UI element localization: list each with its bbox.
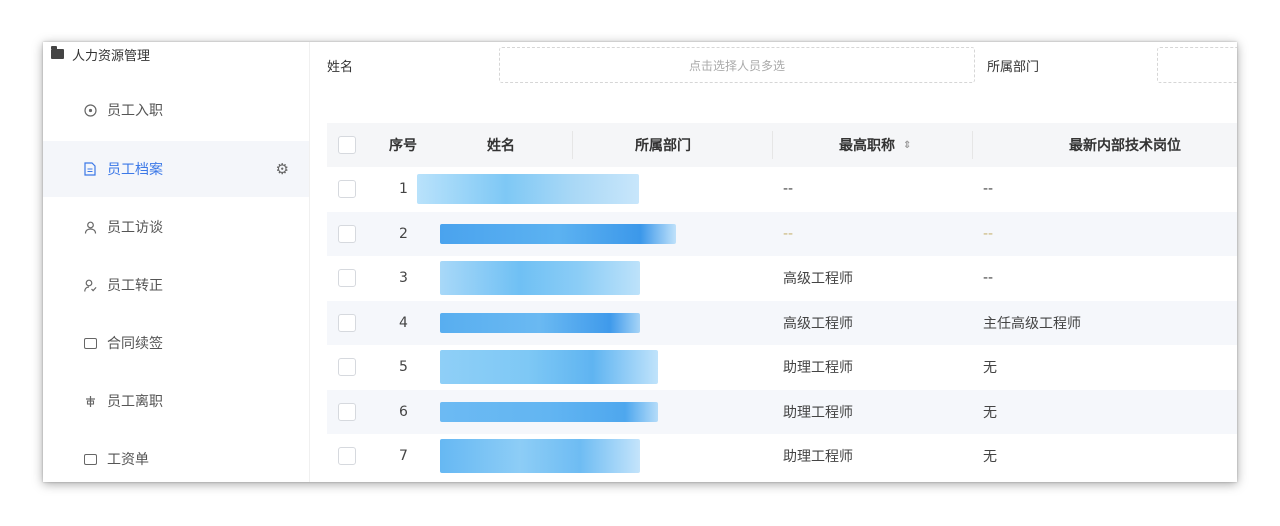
folder-icon bbox=[51, 46, 64, 59]
redacted-name bbox=[440, 345, 658, 390]
sidebar-item-label: 员工入职 bbox=[107, 103, 163, 119]
table-row[interactable]: 2 -- -- bbox=[327, 211, 1237, 257]
row-title: -- bbox=[783, 225, 794, 242]
row-checkbox[interactable] bbox=[338, 313, 356, 332]
row-position: 无 bbox=[983, 404, 997, 421]
user-check-icon bbox=[83, 278, 97, 292]
table-row[interactable]: 6 助理工程师 无 bbox=[327, 389, 1237, 435]
sidebar-item-regularization[interactable]: 员工转正 bbox=[43, 257, 309, 313]
clock-icon bbox=[83, 103, 97, 117]
row-position: 无 bbox=[983, 360, 997, 377]
sidebar-item-payslip[interactable]: 工资单 bbox=[43, 431, 309, 482]
row-title: 高级工程师 bbox=[783, 271, 853, 288]
name-filter-input[interactable]: 点击选择人员多选 bbox=[499, 47, 975, 83]
row-index: 7 bbox=[399, 448, 408, 465]
row-checkbox[interactable] bbox=[338, 402, 356, 421]
redacted-name bbox=[417, 167, 639, 212]
row-position: 主任高级工程师 bbox=[983, 315, 1081, 332]
sidebar-item-label: 合同续签 bbox=[107, 336, 163, 352]
table-header: 序号 姓名 所属部门 最高职称 ⇕ 最新内部技术岗位 bbox=[327, 123, 1237, 167]
row-index: 3 bbox=[399, 270, 408, 287]
row-title: 助理工程师 bbox=[783, 404, 853, 421]
row-position: -- bbox=[983, 225, 994, 242]
header-position: 最新内部技术岗位 bbox=[1069, 138, 1181, 154]
sidebar-item-label: 员工转正 bbox=[107, 278, 163, 294]
sidebar-item-resignation[interactable]: 员工离职 bbox=[43, 373, 309, 429]
main-content: 姓名 点击选择人员多选 所属部门 序号 姓名 所属部门 最高职称 ⇕ 最新内部技… bbox=[309, 42, 1237, 482]
exit-icon bbox=[83, 394, 97, 408]
sidebar-item-interview[interactable]: 员工访谈 bbox=[43, 199, 309, 255]
header-index: 序号 bbox=[389, 138, 417, 154]
sidebar-item-onboarding[interactable]: 员工入职 bbox=[43, 82, 309, 138]
row-index: 4 bbox=[399, 314, 408, 331]
sidebar-item-label: 工资单 bbox=[107, 452, 149, 468]
header-title[interactable]: 最高职称 ⇕ bbox=[839, 123, 911, 167]
contract-icon bbox=[83, 336, 97, 350]
table-row[interactable]: 4 高级工程师 主任高级工程师 bbox=[327, 300, 1237, 346]
row-title: 助理工程师 bbox=[783, 449, 853, 466]
employee-table: 序号 姓名 所属部门 最高职称 ⇕ 最新内部技术岗位 1 -- -- 2 -- … bbox=[327, 123, 1237, 479]
payslip-icon bbox=[83, 452, 97, 466]
row-position: -- bbox=[983, 181, 994, 198]
row-index: 6 bbox=[399, 403, 408, 420]
sidebar-item-employee-records[interactable]: 员工档案 ⚙ bbox=[43, 141, 309, 197]
table-row[interactable]: 3 高级工程师 -- bbox=[327, 256, 1237, 301]
row-position: 无 bbox=[983, 449, 997, 466]
redacted-name bbox=[440, 256, 640, 301]
redacted-name bbox=[440, 434, 640, 479]
redacted-name bbox=[440, 212, 676, 257]
table-row[interactable]: 1 -- -- bbox=[327, 167, 1237, 212]
app-window: 人力资源管理 员工入职 员工档案 ⚙ 员工访谈 员工转正 合同续签 员工离职 工… bbox=[43, 42, 1237, 482]
row-checkbox[interactable] bbox=[338, 180, 356, 199]
document-icon bbox=[83, 162, 97, 176]
name-filter-label: 姓名 bbox=[327, 60, 354, 75]
redacted-name bbox=[440, 390, 658, 435]
row-title: 高级工程师 bbox=[783, 315, 853, 332]
redacted-name bbox=[440, 301, 640, 346]
gear-icon[interactable]: ⚙ bbox=[276, 160, 289, 178]
table-row[interactable]: 5 助理工程师 无 bbox=[327, 345, 1237, 390]
sidebar: 人力资源管理 员工入职 员工档案 ⚙ 员工访谈 员工转正 合同续签 员工离职 工… bbox=[43, 42, 310, 482]
sidebar-item-label: 员工离职 bbox=[107, 394, 163, 410]
sidebar-header-label: 人力资源管理 bbox=[72, 48, 151, 64]
sidebar-header[interactable]: 人力资源管理 bbox=[51, 44, 150, 64]
sort-icon[interactable]: ⇕ bbox=[903, 140, 911, 151]
row-position: -- bbox=[983, 270, 994, 287]
row-index: 5 bbox=[399, 359, 408, 376]
row-checkbox[interactable] bbox=[338, 447, 356, 466]
row-index: 1 bbox=[399, 181, 408, 198]
dept-filter-input[interactable] bbox=[1157, 47, 1237, 83]
select-all-checkbox[interactable] bbox=[338, 136, 356, 154]
sidebar-item-label: 员工访谈 bbox=[107, 220, 163, 236]
header-title-label: 最高职称 bbox=[839, 138, 895, 154]
dept-filter-label: 所属部门 bbox=[987, 60, 1040, 75]
user-icon bbox=[83, 220, 97, 234]
row-index: 2 bbox=[399, 225, 408, 242]
row-checkbox[interactable] bbox=[338, 269, 356, 288]
row-title: 助理工程师 bbox=[783, 360, 853, 377]
table-row[interactable]: 7 助理工程师 无 bbox=[327, 434, 1237, 479]
sidebar-item-contract-renewal[interactable]: 合同续签 bbox=[43, 315, 309, 371]
header-name: 姓名 bbox=[487, 138, 515, 154]
row-checkbox[interactable] bbox=[338, 358, 356, 377]
row-checkbox[interactable] bbox=[338, 224, 356, 243]
header-department: 所属部门 bbox=[635, 138, 691, 154]
sidebar-item-label: 员工档案 bbox=[107, 162, 163, 178]
row-title: -- bbox=[783, 181, 794, 198]
